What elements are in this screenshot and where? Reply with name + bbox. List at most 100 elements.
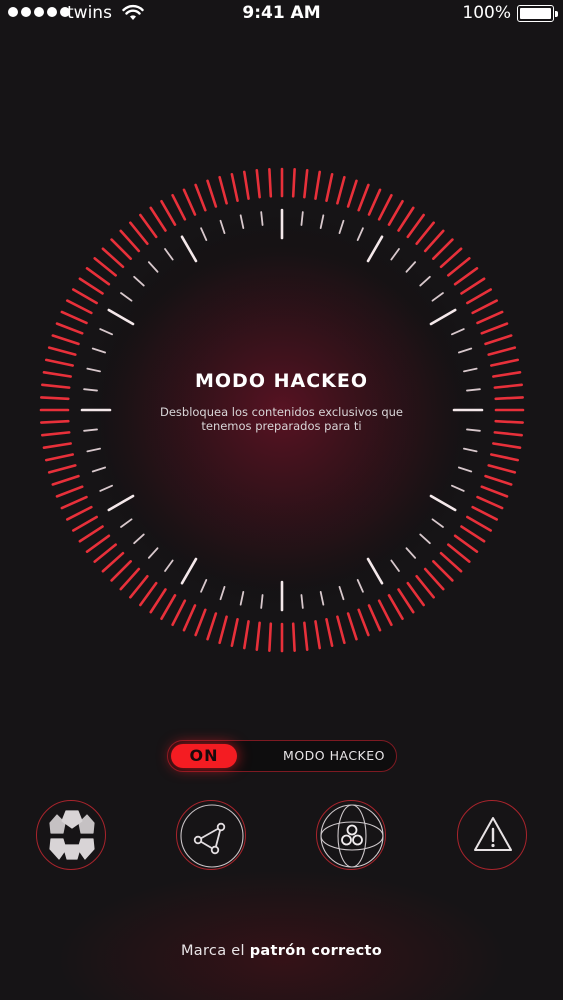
dial-outer-tick [41,383,71,389]
dial-outer-tick [314,620,322,650]
toggle-label: MODO HACKEO [283,748,385,763]
dial-outer-tick [460,277,486,295]
dial-outer-tick [78,277,104,295]
dial-outer-tick [453,267,479,286]
dial-outer-tick [367,188,382,216]
dial-outer-tick [377,193,393,221]
warning-icon [474,817,512,851]
dial-outer-tick [439,247,463,269]
dial-outer-tick [47,464,77,474]
dial-outer-tick [423,567,445,591]
dial-outer-tick [447,257,471,277]
dial-outer-tick [487,346,517,356]
dial-outer-tick [490,453,520,462]
dial-outer-tick [415,221,435,245]
dial-outer-tick [336,175,346,205]
dial-outer-tick [268,622,273,652]
dial-outer-tick [101,551,125,573]
dial-outer-tick [367,604,382,632]
dial-outer-tick [476,310,504,325]
dial-outer-tick [432,560,454,582]
atom-icon [320,804,384,868]
dial-outer-tick [346,612,358,641]
dial-outer-tick [218,175,228,205]
dial-outer-tick [397,588,415,614]
network-triangle-icon [180,804,244,868]
battery-percentage: 100% [462,3,511,23]
dial-outer-tick [93,257,117,277]
dial-outer-tick [471,505,499,521]
dial-outer-tick [119,229,141,253]
dial-outer-tick [490,358,520,367]
dial-outer-tick [357,608,370,637]
dial-outer-tick [255,169,261,199]
dial-outer-tick [466,288,493,305]
hack-mode-screen: twins 9:41 AM 100% MODO HACKEO Desbloque… [0,0,563,1000]
dial-outer-tick [471,299,499,315]
dial-outer-tick [139,581,158,607]
dial-outer-tick [160,594,177,621]
dial-outer-tick [65,505,93,521]
dial-outer-tick [291,168,296,198]
dial-outer-tick [325,618,334,648]
dial-outer-tick [101,247,125,269]
dial-outer-tick [484,334,513,346]
dial-outer-tick [406,581,425,607]
dial-outer-tick [480,322,509,335]
dial-outer-tick [139,213,158,239]
dial-outer-tick [65,299,93,315]
dial-outer-tick [40,419,70,424]
network-button[interactable] [176,800,246,870]
dial-outer-tick [78,525,104,543]
dial-outer-tick [303,169,309,199]
radiation-button[interactable] [36,800,106,870]
dial-outer-tick [476,495,504,510]
dial-outer-tick [110,560,132,582]
dial-outer-tick [303,621,309,651]
dial-outer-tick [44,453,74,462]
dial-outer-tick [387,594,404,621]
dial-outer-tick [493,383,523,389]
dial-outer-tick [171,193,187,221]
dial-outer-tick [314,170,322,200]
dial-center-text: MODO HACKEO Desbloquea los contenidos ex… [130,370,433,433]
dial-outer-tick [325,172,334,202]
dial-outer-tick [230,618,239,648]
dial-outer-tick [460,525,486,543]
dial-outer-tick [44,358,74,367]
dial-outer-tick [397,206,415,232]
radiation-icon [49,810,95,860]
dial-outer-tick [47,346,77,356]
dial-outer-tick [206,179,218,208]
dial-outer-tick [85,534,111,553]
dial-outer-tick [51,334,80,346]
warning-button[interactable] [457,800,527,870]
dial-outer-tick [291,622,296,652]
mode-description: Desbloquea los contenidos exclusivos que… [159,405,404,433]
dial-outer-tick [40,396,70,401]
dial-outer-tick [492,371,522,378]
dial-outer-tick [487,464,517,474]
dial-outer-tick [415,575,435,599]
dial-outer-tick [119,567,141,591]
dial-outer-tick [60,310,88,325]
dial-outer-tick [466,515,493,532]
dial-outer-tick [484,474,513,486]
hack-mode-toggle[interactable]: ON MODO HACKEO [167,740,397,772]
dial-outer-tick [255,621,261,651]
dial-outer-tick [346,179,358,208]
dial-outer-tick [218,615,228,645]
dial-outer-tick [41,431,71,437]
atom-button[interactable] [316,800,386,870]
dial-outer-tick [387,199,404,226]
dial-outer-tick [71,515,98,532]
dial-outer-tick [206,612,218,641]
toggle-on-indicator: ON [171,744,237,768]
dial-outer-tick [230,172,239,202]
dial-outer-tick [71,288,98,305]
dial-outer-tick [182,188,197,216]
dial-outer-tick [194,608,207,637]
dial-outer-tick [182,604,197,632]
dial-outer-tick [149,588,167,614]
dial-outer-tick [51,474,80,486]
